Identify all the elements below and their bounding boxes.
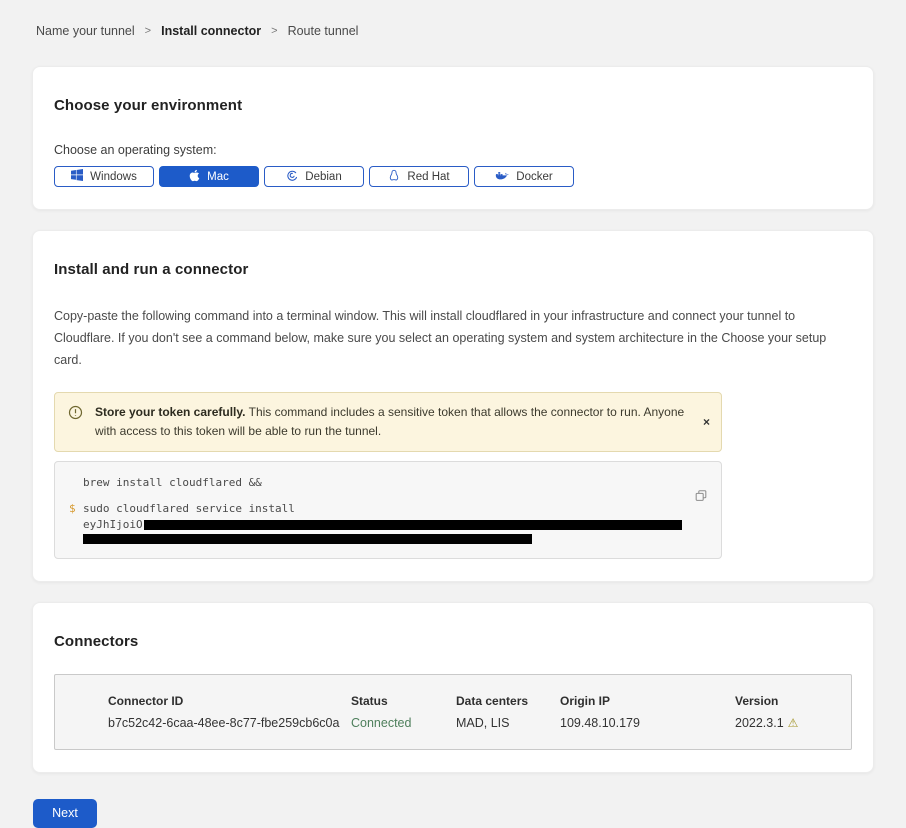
warning-lead-text: Store your token carefully. [95, 405, 246, 419]
os-select-label: Choose an operating system: [54, 143, 852, 157]
os-button-group: Windows Mac Debian [54, 166, 852, 187]
next-button[interactable]: Next [33, 799, 97, 828]
install-connector-card: Install and run a connector Copy-paste t… [32, 230, 874, 582]
table-row: b7c52c42-6caa-48ee-8c77-fbe259cb6c0a Con… [108, 716, 831, 730]
connector-id-value: b7c52c42-6caa-48ee-8c77-fbe259cb6c0a [108, 716, 351, 730]
status-badge: Connected [351, 716, 456, 730]
breadcrumb-name-your-tunnel[interactable]: Name your tunnel [36, 24, 135, 38]
shell-prompt: $ [69, 501, 83, 517]
breadcrumb-install-connector[interactable]: Install connector [161, 24, 261, 38]
connectors-card: Connectors Connector ID Status Data cent… [32, 602, 874, 773]
os-button-mac[interactable]: Mac [159, 166, 259, 187]
copy-command-button[interactable] [694, 489, 708, 506]
version-value: 2022.3.1⚠ [735, 716, 831, 730]
install-card-description: Copy-paste the following command into a … [54, 306, 850, 372]
docker-whale-icon [495, 170, 509, 184]
copy-icon [694, 491, 708, 506]
os-button-label: Debian [305, 171, 341, 183]
code-line: eyJhIjoiO [69, 517, 681, 544]
token-warning-banner: Store your token carefully. This command… [54, 392, 722, 452]
code-line: $ sudo cloudflared service install [69, 501, 681, 517]
code-line: brew install cloudflared && [69, 475, 681, 491]
token-prefix-text: eyJhIjoiO [83, 517, 143, 533]
col-header-version: Version [735, 694, 831, 716]
col-header-origin-ip: Origin IP [560, 694, 735, 716]
os-button-docker[interactable]: Docker [474, 166, 574, 187]
code-line-brew: brew install cloudflared && [83, 475, 681, 491]
os-button-label: Red Hat [407, 171, 449, 183]
os-button-windows[interactable]: Windows [54, 166, 154, 187]
origin-ip-value: 109.48.10.179 [560, 716, 735, 730]
col-header-status: Status [351, 694, 456, 716]
close-icon[interactable]: × [703, 416, 710, 428]
choose-environment-card: Choose your environment Choose an operat… [32, 66, 874, 210]
os-button-redhat[interactable]: Red Hat [369, 166, 469, 187]
col-header-data-centers: Data centers [456, 694, 560, 716]
breadcrumb-separator: > [271, 25, 277, 37]
windows-logo-icon [71, 169, 83, 184]
redacted-token-bar [83, 534, 532, 544]
apple-logo-icon [189, 169, 200, 185]
install-card-title: Install and run a connector [54, 261, 852, 278]
os-button-label: Mac [207, 171, 229, 183]
breadcrumb-route-tunnel[interactable]: Route tunnel [288, 24, 359, 38]
environment-card-title: Choose your environment [54, 97, 852, 114]
connectors-card-title: Connectors [54, 633, 852, 650]
os-button-label: Docker [516, 171, 552, 183]
connectors-table: Connector ID Status Data centers Origin … [54, 674, 852, 750]
tunnel-setup-page: Name your tunnel > Install connector > R… [0, 0, 906, 828]
linux-penguin-icon [388, 169, 400, 185]
data-centers-value: MAD, LIS [456, 716, 560, 730]
install-command-code-block: brew install cloudflared && $ sudo cloud… [54, 461, 722, 559]
warning-triangle-icon: ⚠ [788, 716, 799, 730]
breadcrumb-separator: > [145, 25, 151, 37]
redacted-token-bar [144, 520, 682, 530]
code-line-sudo: sudo cloudflared service install [83, 501, 681, 517]
debian-swirl-icon [286, 169, 298, 184]
os-button-label: Windows [90, 171, 137, 183]
breadcrumb: Name your tunnel > Install connector > R… [32, 0, 874, 38]
col-header-connector-id: Connector ID [108, 694, 351, 716]
table-header-row: Connector ID Status Data centers Origin … [108, 694, 831, 716]
info-circle-icon [68, 405, 83, 426]
os-button-debian[interactable]: Debian [264, 166, 364, 187]
